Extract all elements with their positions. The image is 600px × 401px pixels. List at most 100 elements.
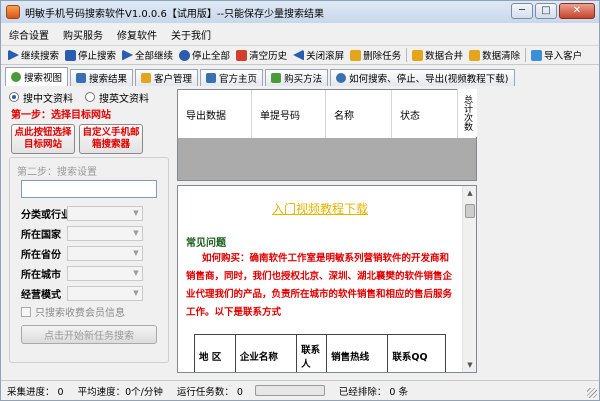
faq-title: 常见问题 bbox=[186, 238, 226, 249]
scroll-up-icon[interactable]: ▲ bbox=[465, 188, 475, 198]
member-only-option: 只搜索收费会员信息 bbox=[21, 304, 125, 319]
menu-purchase[interactable]: 购买服务 bbox=[63, 27, 103, 42]
menu-repair[interactable]: 修复软件 bbox=[117, 27, 157, 42]
delete-task-icon bbox=[350, 49, 362, 61]
tab-label: 购买方法 bbox=[284, 74, 323, 85]
homepage-icon bbox=[206, 73, 217, 83]
minimize-button[interactable]: ─ bbox=[511, 3, 533, 19]
tab-label: 官方主页 bbox=[219, 74, 258, 85]
menu-about[interactable]: 关于我们 bbox=[171, 27, 211, 42]
custom-searcher-button[interactable]: 自定义手机邮箱搜索器 bbox=[79, 124, 143, 154]
tab-label: 如何搜索、停止、导出(视频教程下载) bbox=[349, 74, 509, 85]
tab-customer-management[interactable]: 客户管理 bbox=[135, 69, 199, 86]
delete-task-button[interactable]: 删除任务 bbox=[347, 46, 404, 64]
running-tasks: 运行任务数： 0 bbox=[176, 386, 243, 398]
continue-all-button[interactable]: 全部继续 bbox=[119, 46, 176, 64]
field-label: 所在省份 bbox=[21, 249, 61, 261]
stop-all-button[interactable]: 停止全部 bbox=[176, 46, 233, 64]
window-controls: ─ □ ✕ bbox=[511, 3, 595, 19]
scroll-thumb[interactable] bbox=[465, 204, 475, 218]
member-only-checkbox[interactable] bbox=[21, 306, 31, 317]
grid-header: 导出数据 单提号码 名称 状态 bbox=[178, 90, 476, 138]
column-header[interactable]: 状态 bbox=[392, 90, 458, 138]
tab-search-results[interactable]: 搜索结果 bbox=[70, 69, 134, 86]
city-select[interactable]: ▼ bbox=[67, 265, 143, 281]
stop-all-icon bbox=[179, 49, 191, 61]
search-view-icon bbox=[11, 72, 21, 82]
help-scrollbar[interactable]: ▲ ▼ bbox=[462, 186, 476, 372]
menu-settings[interactable]: 综合设置 bbox=[9, 27, 49, 42]
toolbar-separator bbox=[406, 48, 408, 62]
menu-bar: 综合设置 购买服务 修复软件 关于我们 bbox=[1, 25, 599, 43]
tab-search-view[interactable]: 搜索视图 bbox=[5, 67, 69, 86]
clear-history-icon bbox=[236, 49, 248, 61]
field-label: 分类或行业 bbox=[21, 209, 71, 221]
keyword-input[interactable] bbox=[21, 180, 157, 198]
collect-progress: 采集进度： 0 bbox=[7, 386, 64, 398]
select-target-site-button[interactable]: 点此按钮选择目标网站 bbox=[11, 124, 75, 154]
table-row: 地 区 企业名称 联系人 销售热线 联系QQ bbox=[194, 334, 446, 372]
start-new-task-button[interactable]: 点击开始新任务搜索 bbox=[21, 325, 157, 344]
field-city: 所在城市 ▼ bbox=[21, 265, 161, 281]
table-header-cell: 销售热线 bbox=[326, 334, 389, 372]
radio-chinese[interactable] bbox=[9, 92, 19, 102]
window-title: 明敏手机号码搜索软件V1.0.0.6【试用版】--只能保存少量搜索结果 bbox=[25, 8, 325, 20]
toolbar-label: 数据合并 bbox=[425, 51, 464, 62]
import-customer-button[interactable]: 导入客户 bbox=[528, 46, 585, 64]
radio-chinese-label[interactable]: 搜中文资料 bbox=[23, 90, 73, 105]
business-mode-select[interactable]: ▼ bbox=[67, 285, 143, 301]
status-bar: 采集进度： 0 平均速度：0个/分钟 运行任务数： 0 已经排除： 0 条 bbox=[1, 380, 599, 400]
table-header-cell: 联系QQ bbox=[387, 334, 446, 372]
toolbar-label: 清空历史 bbox=[249, 51, 288, 62]
video-tutorial-link[interactable]: 入门视频教程下载 bbox=[178, 200, 462, 217]
toolbar-label: 全部继续 bbox=[135, 51, 174, 62]
maximize-button[interactable]: □ bbox=[535, 3, 557, 19]
help-content: 入门视频教程下载 常见问题 如何购买：确南软件工作室是明敏系列营销软件的开发商和… bbox=[178, 186, 462, 372]
step1-title: 第一步：选择目标网站 bbox=[11, 110, 111, 121]
field-country: 所在国家 ▼ bbox=[21, 225, 161, 241]
radio-english-label[interactable]: 搜英文资料 bbox=[99, 90, 149, 105]
scroll-down-icon[interactable]: ▼ bbox=[465, 360, 475, 370]
column-header[interactable]: 单提号码 bbox=[252, 90, 326, 138]
toolbar-label: 继续搜索 bbox=[21, 51, 60, 62]
average-speed: 平均速度：0个/分钟 bbox=[77, 386, 163, 398]
clear-data-button[interactable]: 数据清除 bbox=[466, 46, 523, 64]
close-button[interactable]: ✕ bbox=[559, 3, 595, 19]
tab-official-homepage[interactable]: 官方主页 bbox=[200, 69, 264, 86]
field-province: 所在省份 ▼ bbox=[21, 245, 161, 261]
clear-history-button[interactable]: 清空历史 bbox=[233, 46, 290, 64]
chevron-down-icon: ▼ bbox=[133, 248, 139, 257]
close-scroll-button[interactable]: 关闭滚屏 bbox=[290, 46, 347, 64]
country-select[interactable]: ▼ bbox=[67, 225, 143, 241]
province-select[interactable]: ▼ bbox=[67, 245, 143, 261]
industry-select[interactable]: ▼ bbox=[67, 205, 143, 221]
customer-icon bbox=[141, 73, 152, 83]
radio-english[interactable] bbox=[85, 92, 95, 102]
column-header[interactable]: 名称 bbox=[326, 90, 392, 138]
language-radio-group: 搜中文资料 搜英文资料 bbox=[9, 89, 169, 105]
chevron-down-icon: ▼ bbox=[133, 288, 139, 297]
title-bar: 明敏手机号码搜索软件V1.0.0.6【试用版】--只能保存少量搜索结果 ─ □ … bbox=[1, 1, 599, 23]
toolbar-label: 删除任务 bbox=[363, 51, 402, 62]
merge-data-button[interactable]: 数据合并 bbox=[409, 46, 466, 64]
stop-search-button[interactable]: 停止搜索 bbox=[62, 46, 119, 64]
tab-purchase-method[interactable]: 购买方法 bbox=[265, 69, 329, 86]
column-header[interactable]: 导出数据 bbox=[178, 90, 252, 138]
member-only-label: 只搜索收费会员信息 bbox=[35, 308, 125, 319]
table-header-cell: 地 区 bbox=[194, 334, 236, 372]
continue-search-button[interactable]: 继续搜索 bbox=[5, 46, 62, 64]
step2-title: 第二步：搜索设置 bbox=[17, 163, 97, 178]
toolbar-label: 停止搜索 bbox=[78, 51, 117, 62]
help-web-pane: 入门视频教程下载 常见问题 如何购买：确南软件工作室是明敏系列营销软件的开发商和… bbox=[177, 185, 477, 373]
field-label: 所在城市 bbox=[21, 269, 61, 281]
total-count-label: 总计次数 bbox=[462, 95, 472, 131]
import-customer-icon bbox=[531, 49, 543, 61]
table-header-cell: 企业名称 bbox=[234, 334, 298, 372]
merge-data-icon bbox=[412, 49, 424, 61]
panel-scrollbar[interactable] bbox=[479, 89, 491, 373]
resize-grip-icon[interactable] bbox=[587, 388, 597, 398]
tab-video-tutorial[interactable]: 如何搜索、停止、导出(视频教程下载) bbox=[330, 69, 515, 86]
chevron-down-icon: ▼ bbox=[133, 268, 139, 277]
results-grid[interactable]: 导出数据 单提号码 名称 状态 bbox=[177, 89, 477, 181]
results-icon bbox=[76, 73, 87, 83]
